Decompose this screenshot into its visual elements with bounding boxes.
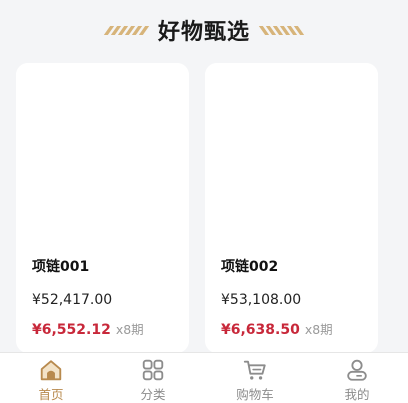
decorative-stripes-right bbox=[258, 25, 305, 35]
product-card[interactable]: 项链001 ¥52,417.00 ¥6,552.12 x8期 bbox=[16, 63, 189, 353]
tab-home-label: 首页 bbox=[38, 387, 64, 402]
installment-period: x8期 bbox=[304, 322, 333, 337]
tab-home[interactable]: 首页 bbox=[0, 353, 102, 403]
home-page: 好物甄选 项链001 ¥52,417.00 ¥6,552.12 x8期 项链00… bbox=[0, 0, 408, 403]
category-icon bbox=[142, 359, 164, 381]
installment-price: ¥6,552.12 bbox=[32, 322, 111, 338]
section-title: 好物甄选 bbox=[157, 20, 250, 45]
tab-cart-label: 购物车 bbox=[236, 387, 274, 402]
decorative-stripes-left bbox=[103, 25, 150, 35]
product-image[interactable] bbox=[16, 63, 189, 243]
tab-category[interactable]: 分类 bbox=[102, 353, 204, 403]
installment-price: ¥6,638.50 bbox=[221, 322, 300, 338]
cart-icon bbox=[243, 360, 266, 380]
installment-row: ¥6,552.12 x8期 bbox=[32, 319, 144, 338]
bottom-tab-bar: 首页 分类 购物车 我的 bbox=[0, 352, 408, 403]
installment-period: x8期 bbox=[115, 322, 144, 337]
product-grid: 项链001 ¥52,417.00 ¥6,552.12 x8期 项链002 ¥53… bbox=[16, 63, 378, 353]
product-image[interactable] bbox=[205, 63, 378, 243]
home-icon bbox=[40, 360, 62, 381]
tab-mine-label: 我的 bbox=[344, 387, 370, 402]
profile-icon bbox=[347, 359, 367, 381]
product-price: ¥53,108.00 bbox=[221, 292, 302, 308]
product-name: 项链001 bbox=[32, 259, 90, 275]
tab-cart[interactable]: 购物车 bbox=[204, 353, 306, 403]
tab-mine[interactable]: 我的 bbox=[306, 353, 408, 403]
tab-category-label: 分类 bbox=[140, 387, 166, 402]
product-card[interactable]: 项链002 ¥53,108.00 ¥6,638.50 x8期 bbox=[205, 63, 378, 353]
product-name: 项链002 bbox=[221, 259, 279, 275]
product-price: ¥52,417.00 bbox=[32, 292, 113, 308]
installment-row: ¥6,638.50 x8期 bbox=[221, 319, 333, 338]
section-header: 好物甄选 bbox=[0, 12, 408, 48]
